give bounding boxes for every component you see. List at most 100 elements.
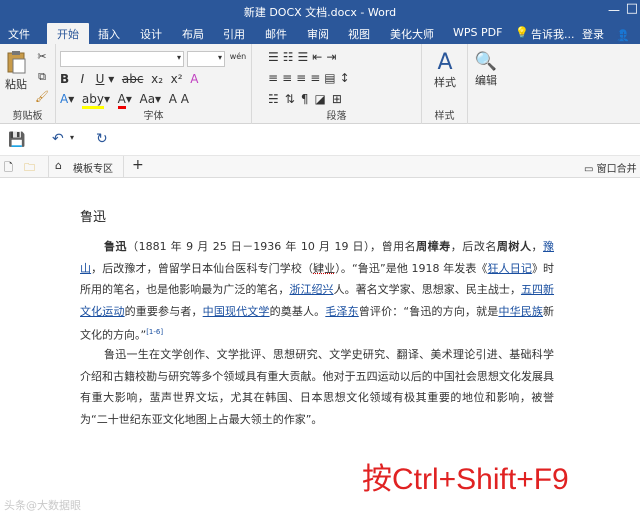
- title-bar: 新建 DOCX 文档.docx - Word — □: [0, 0, 640, 22]
- menu-layout[interactable]: 布局: [182, 26, 204, 42]
- menu-design[interactable]: 设计: [140, 26, 162, 42]
- window-merge-label: 窗口合并: [596, 164, 637, 175]
- link-maozedong[interactable]: 毛泽东: [325, 305, 358, 318]
- share-label: 共: [616, 31, 627, 44]
- shortcut-caption: 按Ctrl+Shift+F9: [362, 463, 569, 496]
- text: （1881 年 9 月 25 日－1936 年 10 月 19 日），曾用名: [127, 240, 417, 253]
- grow-font-icon[interactable]: A: [169, 92, 177, 106]
- folder-icon[interactable]: 🗀: [24, 159, 35, 178]
- citation[interactable]: [1-6]: [146, 328, 163, 336]
- justify-icon[interactable]: ≡: [310, 71, 324, 85]
- menu-references[interactable]: 引用: [223, 26, 245, 42]
- undo-icon[interactable]: ↶: [52, 131, 64, 147]
- cut-icon[interactable]: ✂: [34, 50, 50, 64]
- line-spacing-icon[interactable]: ↕: [340, 71, 354, 85]
- font-label: 字体: [143, 111, 164, 122]
- menu-review[interactable]: 审阅: [307, 26, 329, 42]
- text: ，: [531, 240, 544, 253]
- text: 的奠基人。: [269, 304, 326, 318]
- underline-icon[interactable]: U: [96, 72, 105, 86]
- shading-icon[interactable]: ◪: [314, 92, 331, 106]
- superscript-icon[interactable]: x²: [171, 72, 183, 86]
- shrink-font-icon[interactable]: A: [181, 92, 189, 106]
- styles-button[interactable]: A 样式: [426, 50, 464, 90]
- undo-dropdown-icon[interactable]: ▾: [70, 133, 74, 142]
- edit-btn-label: 编辑: [475, 74, 497, 87]
- subscript-icon[interactable]: x₂: [151, 72, 163, 86]
- font-group: ▾ ▾ wén B I U ▾ abc x₂ x² A A▾ aby▾ A▾ A…: [56, 44, 252, 124]
- multilevel-icon[interactable]: ☰: [298, 50, 313, 64]
- align-center-icon[interactable]: ≡: [282, 71, 296, 85]
- phonetic-guide-icon[interactable]: wén: [228, 50, 248, 64]
- link-zhejiang[interactable]: 浙江绍兴: [289, 283, 333, 296]
- decrease-indent-icon[interactable]: ⇤: [312, 50, 326, 64]
- minimize-button[interactable]: —: [608, 3, 620, 17]
- sort-icon[interactable]: ⇅: [285, 92, 301, 106]
- font-name-combo[interactable]: ▾: [60, 51, 184, 67]
- document-heading: 鲁迅: [80, 210, 107, 225]
- new-doc-icon[interactable]: 🗋: [4, 159, 13, 178]
- paragraph-1: 鲁迅（1881 年 9 月 25 日－1936 年 10 月 19 日），曾用名…: [80, 236, 554, 347]
- distribute-icon[interactable]: ▤: [324, 71, 339, 85]
- add-tab-button[interactable]: +: [132, 157, 144, 173]
- text-effect-icon[interactable]: A: [60, 92, 68, 106]
- document-page[interactable]: 鲁迅 鲁迅（1881 年 9 月 25 日－1936 年 10 月 19 日），…: [0, 178, 640, 524]
- paragraph-2: 鲁迅一生在文学创作、文学批评、思想研究、文学史研究、翻译、美术理论引进、基础科学…: [80, 348, 554, 426]
- ribbon: 粘贴 ✂ ⧉ 🖌 剪贴板 ▾ ▾ wén B I U ▾ abc x₂ x² A…: [0, 44, 640, 124]
- login-link[interactable]: 登录: [582, 26, 604, 42]
- search-icon: 🔍: [474, 51, 498, 72]
- clipboard-group: 粘贴 ✂ ⧉ 🖌 剪贴板: [0, 44, 56, 124]
- lightbulb-icon: 💡: [515, 26, 529, 39]
- text: ，后改名: [450, 240, 497, 253]
- edit-button[interactable]: 🔍 编辑: [470, 50, 502, 88]
- show-marks-icon[interactable]: ¶: [301, 92, 315, 106]
- tell-me-box[interactable]: 告诉我...: [531, 26, 575, 42]
- paragraph-label: 段落: [326, 111, 347, 122]
- window-merge-button[interactable]: ▭ 窗口合并: [584, 160, 637, 175]
- save-icon[interactable]: 💾: [8, 132, 25, 148]
- text: 的重要参与者，: [124, 304, 203, 318]
- bold-icon[interactable]: B: [60, 72, 69, 86]
- menu-mailings[interactable]: 邮件: [265, 26, 287, 42]
- chinese-layout-icon[interactable]: ☵: [268, 92, 285, 106]
- menu-file[interactable]: 文件: [8, 26, 30, 42]
- menu-wps-pdf[interactable]: WPS PDF: [453, 26, 502, 39]
- restore-button[interactable]: □: [626, 1, 638, 16]
- increase-indent-icon[interactable]: ⇥: [326, 50, 340, 64]
- link-chinese-nation[interactable]: 中华民族: [498, 305, 543, 318]
- phonetic-label: wén: [229, 52, 247, 61]
- copy-icon[interactable]: ⧉: [34, 70, 50, 84]
- link-modern-literature[interactable]: 中国现代文学: [203, 305, 270, 318]
- bold-name: 鲁迅: [104, 240, 128, 253]
- borders-icon[interactable]: ⊞: [332, 92, 348, 106]
- menu-bar: 文件 开始 插入 设计 布局 引用 邮件 审阅 视图 美化大师 WPS PDF …: [0, 22, 640, 46]
- menu-beautify[interactable]: 美化大师: [390, 26, 434, 42]
- align-right-icon[interactable]: ≡: [296, 71, 310, 85]
- strikethrough-icon[interactable]: abc: [122, 72, 144, 86]
- numbering-icon[interactable]: ☷: [283, 50, 298, 64]
- tab-template[interactable]: ⌂ 模板专区: [48, 156, 124, 178]
- format-painter-icon[interactable]: 🖌: [34, 90, 50, 104]
- font-size-combo[interactable]: ▾: [187, 51, 225, 67]
- italic-icon[interactable]: I: [81, 72, 85, 86]
- clear-format-icon[interactable]: A: [190, 72, 198, 86]
- list-buttons-row: ☰☷☰⇤⇥: [268, 50, 418, 64]
- change-case-icon[interactable]: Aa: [139, 92, 155, 106]
- window-icon: ▭: [584, 164, 594, 175]
- redo-icon[interactable]: ↻: [96, 131, 108, 147]
- document-tab-bar: 🗋 🗀 ⌂ 模板专区 + ▭ 窗口合并: [0, 156, 640, 178]
- clipboard-label: 剪贴板: [12, 111, 43, 122]
- paste-label: 粘贴: [5, 78, 27, 91]
- align-left-icon[interactable]: ≡: [268, 71, 282, 85]
- edit-group: 🔍 编辑: [468, 44, 504, 124]
- home-icon: ⌂: [55, 159, 62, 172]
- chevron-down-icon: ▾: [176, 53, 181, 62]
- menu-home[interactable]: 开始: [47, 23, 89, 46]
- bold-name: 周树人: [496, 240, 532, 253]
- bold-name: 周樟寿: [416, 240, 451, 253]
- paste-button[interactable]: 粘贴: [4, 50, 28, 92]
- bullets-icon[interactable]: ☰: [268, 50, 283, 64]
- link-kuangren[interactable]: 狂人日记: [488, 262, 532, 275]
- menu-insert[interactable]: 插入: [98, 26, 120, 42]
- menu-view[interactable]: 视图: [348, 26, 370, 42]
